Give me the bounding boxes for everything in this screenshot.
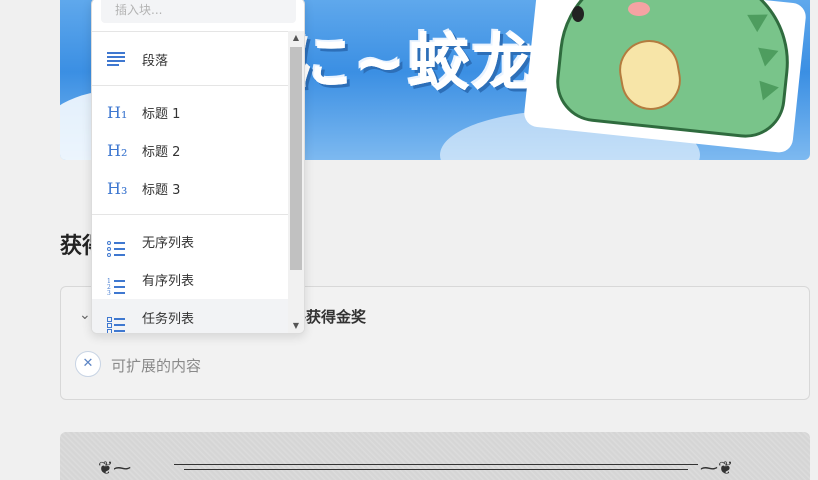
menu-item-task-list[interactable]: 任务列表 [92, 299, 288, 333]
banner-title: に~蛟龙 [290, 26, 536, 99]
menu-item-label: 标题 2 [142, 144, 181, 160]
scroll-down-arrow-icon[interactable]: ▼ [288, 319, 304, 333]
menu-item-heading-1[interactable]: H₁ 标题 1 [92, 94, 288, 130]
certificate-border-line [184, 469, 688, 470]
close-icon[interactable]: ✕ [75, 351, 101, 377]
scrollbar-thumb[interactable] [290, 47, 302, 270]
menu-scrollbar[interactable]: ▲ ▼ [288, 31, 304, 333]
menu-item-heading-2[interactable]: H₂ 标题 2 [92, 132, 288, 168]
flourish-ornament: ⁓❦ [700, 458, 734, 479]
scroll-up-arrow-icon[interactable]: ▲ [288, 31, 304, 45]
dino-spike [759, 77, 781, 101]
certificate-image: ❦⁓ ⁓❦ [60, 432, 810, 480]
menu-item-label: 有序列表 [142, 273, 195, 289]
block-search-input[interactable] [101, 0, 296, 23]
collapsible-content[interactable]: 可扩展的内容 [111, 355, 201, 376]
menu-item-label: 段落 [142, 53, 169, 69]
heading-1-icon: H₁ [107, 102, 128, 122]
menu-item-label: 无序列表 [142, 235, 195, 251]
paragraph-icon [92, 50, 142, 68]
insert-block-menu: 段落 H₁ 标题 1 H₂ 标题 2 H₃ 标题 3 无序列表 1 2 3 [91, 0, 305, 334]
heading-3-icon: H₃ [107, 178, 128, 198]
menu-item-ordered-list[interactable]: 1 2 3 有序列表 [92, 261, 288, 297]
menu-divider [92, 85, 288, 86]
menu-item-label: 任务列表 [142, 311, 195, 327]
heading-2-icon: H₂ [107, 140, 128, 160]
menu-divider [92, 31, 288, 32]
flourish-ornament: ❦⁓ [98, 458, 132, 479]
chevron-down-icon[interactable]: ⌄ [79, 307, 91, 323]
menu-divider [92, 214, 288, 215]
dino-eye [572, 6, 584, 22]
menu-item-bullet-list[interactable]: 无序列表 [92, 223, 288, 259]
menu-item-paragraph[interactable]: 段落 [92, 41, 288, 77]
menu-item-label: 标题 1 [142, 106, 181, 122]
menu-item-label: 标题 3 [142, 182, 181, 198]
dino-cheek [628, 2, 650, 16]
menu-item-heading-3[interactable]: H₃ 标题 3 [92, 170, 288, 206]
certificate-border-line [174, 464, 698, 465]
